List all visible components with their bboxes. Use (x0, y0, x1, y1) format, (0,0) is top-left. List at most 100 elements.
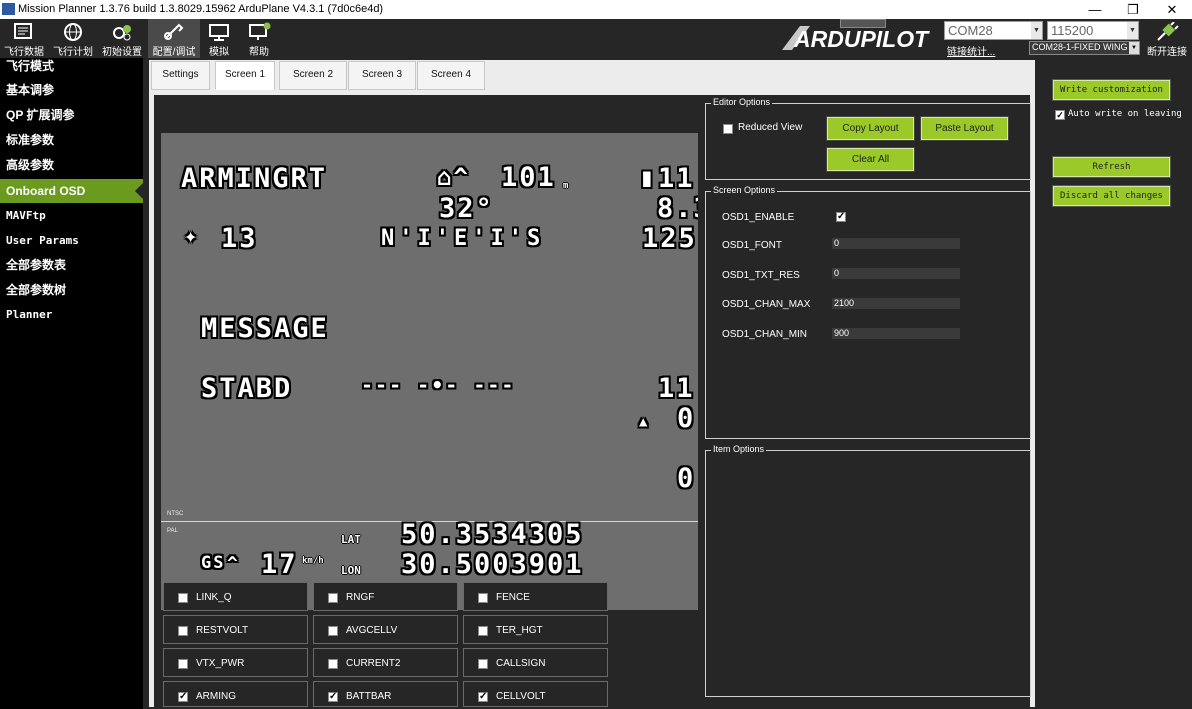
copy-layout-button[interactable]: Copy Layout (826, 116, 915, 141)
sidebar-item-onboard-osd[interactable]: Onboard OSD (0, 179, 143, 203)
baud-select[interactable]: 115200 ▼ (1047, 21, 1139, 40)
item-arming[interactable]: ✓ ARMING (163, 681, 308, 707)
osd-font-input[interactable]: 0 (832, 238, 960, 249)
vehicle-select[interactable]: COM28-1-FIXED WING ▼ (1029, 41, 1140, 55)
item-checkbox[interactable]: ✓ (178, 692, 188, 702)
toolbar-flight-plan[interactable]: 飞行计划 (50, 19, 96, 58)
item-label: RESTVOLT (196, 625, 249, 636)
osd-zero-value[interactable]: 0 (677, 403, 695, 434)
sidebar-item-advanced-params[interactable]: 高级参数 (0, 157, 143, 181)
flight-data-icon (14, 23, 32, 39)
osd-speed[interactable]: 17 (261, 549, 298, 580)
item-checkbox[interactable] (478, 659, 488, 669)
osd-latitude[interactable]: 50.3534305 (401, 519, 584, 550)
item-checkbox[interactable] (328, 659, 338, 669)
sidebar-item-full-param-list[interactable]: 全部参数表 (0, 257, 143, 281)
osd-arming-item[interactable]: ARMINGRT (181, 163, 327, 194)
discard-changes-button[interactable]: Discard all changes (1052, 185, 1171, 207)
tab-screen-4[interactable]: Screen 4 (417, 61, 485, 90)
battery-icon[interactable]: ▮ (639, 163, 657, 193)
osd-battery-voltage[interactable]: 11. (658, 163, 698, 194)
toolbar-label: 帮助 (249, 47, 269, 58)
item-vtx-pwr[interactable]: VTX_PWR (163, 648, 308, 677)
item-checkbox[interactable] (328, 626, 338, 636)
osd-compass[interactable]: N'I'E'I'S (381, 226, 545, 251)
reduced-view-checkbox[interactable] (723, 124, 733, 134)
item-checkbox[interactable] (478, 593, 488, 603)
osd-battery-value[interactable]: 8.3 (657, 193, 698, 224)
osd-sats[interactable]: 13 (221, 223, 258, 254)
item-ter-hgt[interactable]: TER_HGT (463, 615, 608, 644)
item-avgcellv[interactable]: AVGCELLV (313, 615, 458, 644)
toolbar-initial-setup[interactable]: 初始设置 (99, 19, 145, 58)
clear-all-button[interactable]: Clear All (826, 147, 915, 172)
osd-longitude[interactable]: 30.5003901 (401, 549, 584, 580)
tab-screen-1[interactable]: Screen 1 (215, 61, 275, 90)
item-label: AVGCELLV (346, 625, 398, 636)
item-checkbox[interactable] (178, 659, 188, 669)
tab-settings[interactable]: Settings (151, 61, 210, 90)
link-stats-link[interactable]: 链接统计... (947, 43, 995, 58)
window-title: Mission Planner 1.3.76 build 1.3.8029.15… (18, 3, 384, 15)
sidebar-item-flight-modes[interactable]: 飞行模式 (0, 58, 143, 82)
home-icon[interactable]: ⌂^ (437, 163, 470, 191)
disconnect-button[interactable]: 断开连接 (1145, 19, 1189, 58)
toolbar-flight-data[interactable]: 飞行数据 (2, 19, 46, 58)
minimize-button[interactable]: — (1077, 1, 1113, 18)
osd-chan-min-input[interactable]: 900 (832, 328, 960, 339)
osd-altitude[interactable]: 11 (658, 373, 695, 404)
item-fence[interactable]: FENCE (463, 582, 608, 611)
restore-button[interactable]: ❐ (1115, 1, 1151, 18)
chevron-down-icon: ▼ (1031, 22, 1042, 39)
refresh-button[interactable]: Refresh (1052, 156, 1171, 178)
screen-editor: ARMINGRT ⌂^ 101 m 32° ▮ 11. 8.3 125 ✦ 13… (154, 95, 1031, 707)
item-battbar[interactable]: ✓ BATTBAR (313, 681, 458, 707)
item-label: CURRENT2 (346, 658, 401, 669)
osd-lon-label: LON (341, 564, 361, 577)
sidebar-item-full-param-tree[interactable]: 全部参数树 (0, 282, 143, 306)
item-checkbox[interactable] (178, 593, 188, 603)
osd-horizon[interactable]: --- -•- --- (361, 373, 515, 397)
write-customization-button[interactable]: Write customization (1052, 79, 1171, 101)
osd-current-value[interactable]: 125 (642, 223, 697, 254)
item-rngf[interactable]: RNGF (313, 582, 458, 611)
osd-flight-mode[interactable]: STABD (201, 373, 292, 404)
item-link-q[interactable]: LINK_Q (163, 582, 308, 611)
osd-home-direction[interactable]: 32° (439, 193, 494, 224)
item-callsign[interactable]: CALLSIGN (463, 648, 608, 677)
toolbar-help[interactable]: 帮助 (242, 19, 276, 58)
paste-layout-button[interactable]: Paste Layout (920, 116, 1009, 141)
osd-zero-value[interactable]: 0 (677, 463, 695, 494)
tab-screen-2[interactable]: Screen 2 (279, 61, 347, 90)
item-restvolt[interactable]: RESTVOLT (163, 615, 308, 644)
osd-message[interactable]: MESSAGE (201, 313, 329, 344)
item-checkbox[interactable] (478, 626, 488, 636)
osd-txt-res-input[interactable]: 0 (832, 268, 960, 279)
item-current2[interactable]: CURRENT2 (313, 648, 458, 677)
sidebar-item-basic-tuning[interactable]: 基本调参 (0, 82, 143, 106)
tab-screen-3[interactable]: Screen 3 (348, 61, 416, 90)
osd-chan-max-input[interactable]: 2100 (832, 298, 960, 309)
auto-write-checkbox[interactable]: ✓ (1055, 110, 1065, 120)
screen-options-group: Screen Options OSD1_ENABLE ✓ OSD1_FONT 0… (705, 185, 1031, 439)
item-checkbox[interactable] (178, 626, 188, 636)
item-checkbox[interactable]: ✓ (478, 692, 488, 702)
sidebar-item-mavftp[interactable]: MAVFtp (0, 208, 143, 232)
sidebar-item-user-params[interactable]: User Params (0, 233, 143, 257)
item-cellvolt[interactable]: ✓ CELLVOLT (463, 681, 608, 707)
item-checkbox[interactable]: ✓ (328, 692, 338, 702)
port-select[interactable]: COM28 ▼ (944, 21, 1043, 40)
sidebar-item-qp-tuning[interactable]: QP 扩展调参 (0, 107, 143, 131)
osd-preview[interactable]: ARMINGRT ⌂^ 101 m 32° ▮ 11. 8.3 125 ✦ 13… (161, 133, 698, 610)
sidebar-item-planner[interactable]: Planner (0, 307, 143, 331)
item-checkbox[interactable] (328, 593, 338, 603)
item-label: CALLSIGN (496, 658, 546, 669)
osd-enable-checkbox[interactable]: ✓ (836, 212, 846, 222)
ntsc-label: NTSC (167, 511, 184, 517)
sidebar-item-standard-params[interactable]: 标准参数 (0, 132, 143, 156)
osd-home-distance[interactable]: 101 (501, 162, 556, 193)
toolbar-config-tuning[interactable]: 配置/调试 (148, 19, 200, 58)
toolbar-label: 初始设置 (102, 47, 142, 58)
toolbar-simulation[interactable]: 模拟 (203, 19, 235, 58)
close-button[interactable]: ✕ (1154, 1, 1190, 18)
